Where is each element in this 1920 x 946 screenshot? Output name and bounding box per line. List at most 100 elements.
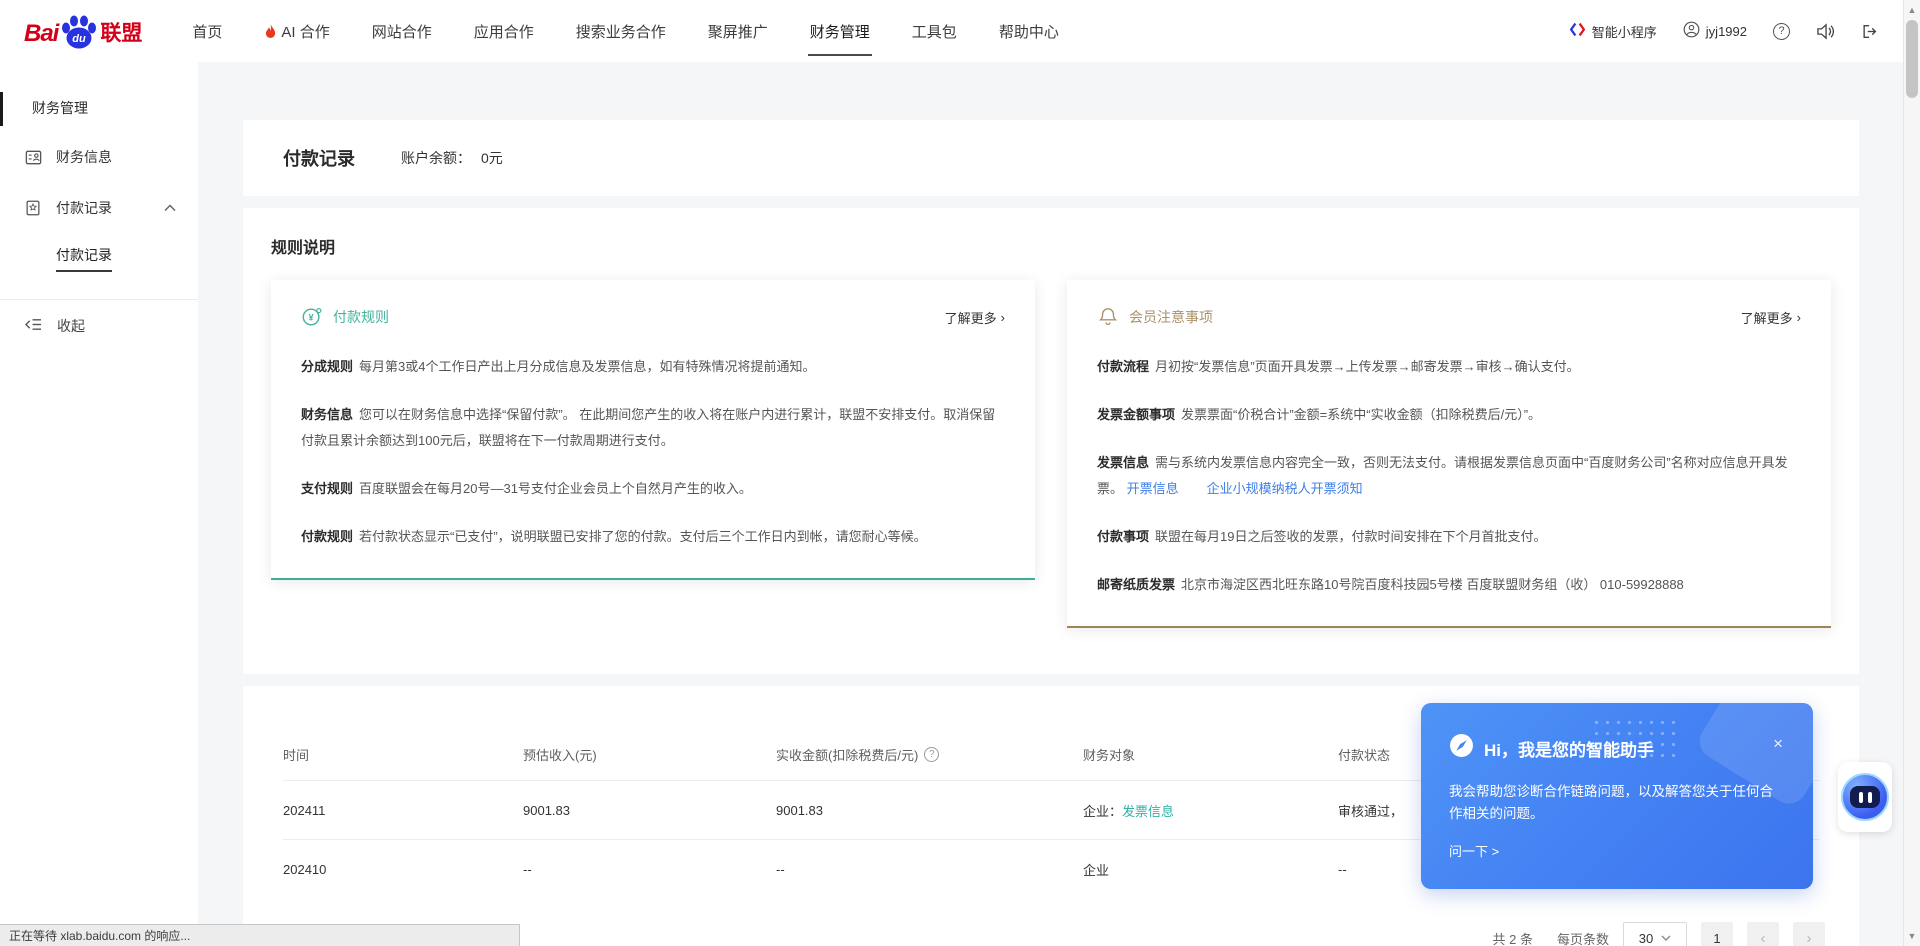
rule-item: 发票金额事项发票票面“价税合计”金额=系统中“实收金额（扣除税费后/元）”。: [1097, 402, 1801, 428]
logout-icon[interactable]: [1861, 23, 1879, 40]
chevron-up-icon[interactable]: [164, 204, 176, 212]
logo-text-bai: Bai: [24, 20, 58, 48]
pagination-total: 共 2 条: [1493, 929, 1533, 946]
rule-item-text: 需与系统内发票信息内容完全一致，否则无法支付。请根据发票信息页面中“百度财务公司…: [1097, 455, 1788, 496]
per-page-select[interactable]: 30: [1623, 922, 1687, 946]
next-page-button[interactable]: ›: [1793, 922, 1825, 946]
nav-item-label: 首页: [192, 21, 222, 42]
nav-item-app[interactable]: 应用合作: [472, 0, 536, 62]
col-header-estimated: 预估收入(元): [523, 745, 776, 764]
column-help-icon[interactable]: ?: [924, 747, 939, 762]
speaker-icon[interactable]: [1816, 23, 1835, 40]
payment-records-icon: [24, 199, 44, 217]
rule-item: 付款流程月初按“发票信息”页面开具发票→上传发票→邮寄发票→审核→确认支付。: [1097, 354, 1801, 380]
rule-item-label: 财务信息: [301, 407, 353, 422]
rule-item-text: 您可以在财务信息中选择“保留付款”。 在此期间您产生的收入将在账户内进行累计，联…: [301, 407, 995, 448]
col-header-time: 时间: [283, 745, 523, 764]
balance-label: 账户余额：: [401, 150, 471, 166]
rule-item-text: 百度联盟会在每月20号—31号支付企业会员上个自然月产生的收入。: [359, 481, 752, 496]
sidebar-subitem-payment-records[interactable]: 付款记录: [0, 233, 198, 283]
page-title: 付款记录: [283, 145, 355, 171]
small-taxpayer-notice-link[interactable]: 企业小规模纳税人开票须知: [1207, 481, 1363, 496]
scroll-up-arrow[interactable]: ▲: [1904, 2, 1920, 18]
sidebar-item-payment-records[interactable]: 付款记录: [0, 183, 198, 233]
user-entry[interactable]: jyj1992: [1683, 21, 1747, 41]
active-section-bar: [0, 92, 3, 126]
account-balance: 账户余额： 0元: [401, 148, 503, 168]
rule-item-label: 发票金额事项: [1097, 407, 1175, 422]
scrollbar-thumb[interactable]: [1906, 20, 1918, 98]
sidebar-collapse-button[interactable]: 收起: [0, 300, 198, 352]
assistant-body: 我会帮助您诊断合作链路问题，以及解答您关于任何合作相关的问题。: [1449, 781, 1785, 825]
rule-item-text: 若付款状态显示“已支付”，说明联盟已安排了您的付款。支付后三个工作日内到帐，请您…: [359, 529, 927, 544]
rules-section-title: 规则说明: [271, 234, 1831, 258]
coin-icon: ¥: [301, 306, 323, 328]
rule-item: 付款规则若付款状态显示“已支付”，说明联盟已安排了您的付款。支付后三个工作日内到…: [301, 524, 1005, 550]
assistant-bubble-arrow: [1812, 783, 1813, 803]
scrollbar[interactable]: ▲ ▼: [1903, 0, 1920, 946]
member-notices-title: 会员注意事项: [1129, 307, 1213, 327]
nav-item-toolkit[interactable]: 工具包: [910, 0, 959, 62]
nav-item-ai[interactable]: AI 合作: [262, 0, 331, 62]
top-nav: Bai du 联盟 首页: [0, 0, 1903, 62]
chevron-down-icon: [1661, 935, 1671, 941]
nav-item-search[interactable]: 搜索业务合作: [574, 0, 668, 62]
rule-item-text: 联盟在每月19日之后签收的发票，付款时间安排在下个月首批支付。: [1155, 529, 1546, 544]
miniprogram-entry[interactable]: 智能小程序: [1569, 21, 1657, 41]
assistant-popup: Hi，我是您的智能助手 × 我会帮助您诊断合作链路问题，以及解答您关于任何合作相…: [1421, 703, 1813, 889]
balance-value: 0元: [481, 150, 503, 166]
username-label: jyj1992: [1706, 24, 1747, 39]
status-text: 正在等待 xlab.baidu.com 的响应...: [9, 927, 190, 944]
cell-actual: 9001.83: [776, 803, 1083, 818]
user-icon: [1683, 21, 1700, 41]
rule-row: ¥ 付款规则 了解更多 › 分成规则每月第3或4个工作日产出上月分成信息及发票信…: [271, 280, 1831, 628]
prev-page-button[interactable]: ‹: [1747, 922, 1779, 946]
sidebar-item-label: 付款记录: [56, 198, 112, 218]
baidu-union-logo[interactable]: Bai du 联盟: [24, 14, 142, 48]
member-notices-head: 会员注意事项 了解更多 ›: [1097, 306, 1801, 328]
rule-item-label: 支付规则: [301, 481, 353, 496]
cell-finance-object: 企业：发票信息: [1083, 801, 1338, 820]
nav-item-website[interactable]: 网站合作: [370, 0, 434, 62]
chevron-right-icon: ›: [1797, 310, 1801, 325]
scroll-down-arrow[interactable]: ▼: [1904, 928, 1920, 944]
payment-rules-title: 付款规则: [333, 307, 389, 327]
collapse-icon: [24, 317, 43, 335]
invoice-info-link[interactable]: 开票信息: [1127, 481, 1179, 496]
sidebar-section-title: 财务管理: [0, 62, 198, 118]
nav-item-label: 聚屏推广: [708, 21, 768, 42]
page-number-button[interactable]: 1: [1701, 922, 1733, 946]
nav-item-help-center[interactable]: 帮助中心: [997, 0, 1061, 62]
sidebar: 财务管理 财务信息 付款记录: [0, 62, 198, 946]
sidebar-item-finance-info[interactable]: 财务信息: [0, 132, 198, 182]
nav-item-finance[interactable]: 财务管理: [808, 0, 872, 62]
nav-item-label: 帮助中心: [999, 21, 1059, 42]
rule-item-label: 付款流程: [1097, 359, 1149, 374]
cell-estimated: 9001.83: [523, 803, 776, 818]
assistant-robot-button[interactable]: [1838, 762, 1892, 832]
close-icon[interactable]: ×: [1773, 735, 1783, 752]
cell-actual: --: [776, 862, 1083, 877]
rule-item: 邮寄纸质发票北京市海淀区西北旺东路10号院百度科技园5号楼 百度联盟财务组（收）…: [1097, 572, 1801, 598]
help-icon[interactable]: ?: [1773, 23, 1790, 40]
assistant-ask-link[interactable]: 问一下 >: [1449, 841, 1785, 860]
finance-info-icon: [24, 148, 44, 167]
nav-item-label: 搜索业务合作: [576, 21, 666, 42]
sidebar-subitem-label: 付款记录: [56, 245, 112, 272]
member-notices-more-link[interactable]: 了解更多 ›: [1741, 308, 1801, 327]
invoice-info-cell-link[interactable]: 发票信息: [1122, 804, 1174, 819]
rule-item-label: 邮寄纸质发票: [1097, 577, 1175, 592]
nav-item-screen[interactable]: 聚屏推广: [706, 0, 770, 62]
payment-rules-more-link[interactable]: 了解更多 ›: [945, 308, 1005, 327]
nav-item-home[interactable]: 首页: [190, 0, 224, 62]
col-header-actual: 实收金额(扣除税费后/元) ?: [776, 745, 1083, 764]
svg-text:¥: ¥: [309, 313, 315, 323]
rule-item-text: 北京市海淀区西北旺东路10号院百度科技园5号楼 百度联盟财务组（收） 010-5…: [1181, 577, 1684, 592]
cell-estimated: --: [523, 862, 776, 877]
sidebar-item-label: 财务信息: [56, 147, 112, 167]
rule-item: 支付规则百度联盟会在每月20号—31号支付企业会员上个自然月产生的收入。: [301, 476, 1005, 502]
collapse-label: 收起: [57, 316, 85, 336]
nav-item-label: 网站合作: [372, 21, 432, 42]
rule-item-label: 付款规则: [301, 529, 353, 544]
nav-item-label: 财务管理: [810, 21, 870, 42]
